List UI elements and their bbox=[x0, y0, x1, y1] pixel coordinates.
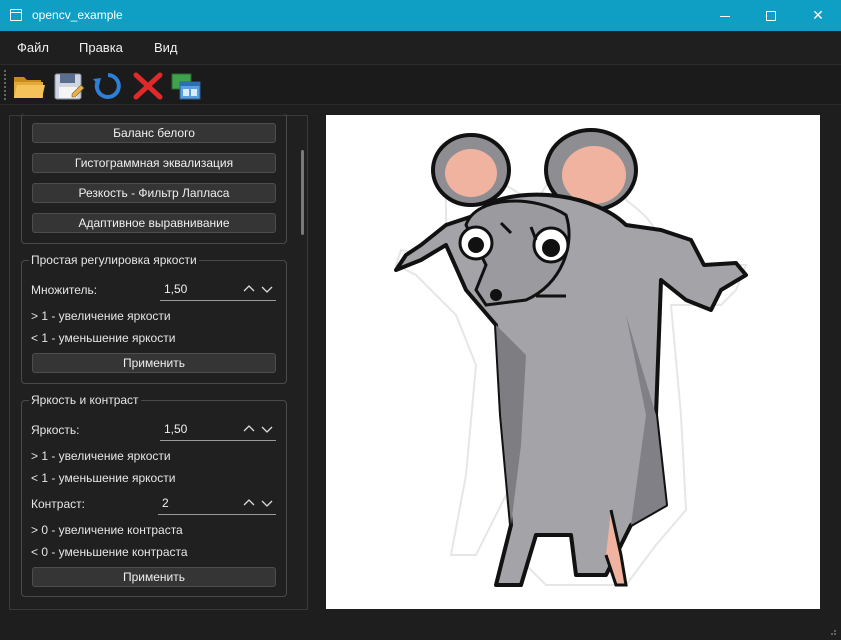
white-balance-button[interactable]: Баланс белого bbox=[32, 123, 276, 143]
chevron-down-icon[interactable] bbox=[260, 281, 274, 297]
toolbar-grip[interactable] bbox=[4, 70, 6, 100]
delete-icon bbox=[133, 72, 163, 100]
refresh-icon bbox=[93, 73, 121, 99]
chevron-down-icon[interactable] bbox=[260, 495, 274, 511]
adaptive-equalization-button[interactable]: Адаптивное выравнивание bbox=[32, 213, 276, 233]
bc-brightness-increase-hint: > 1 - увеличение яркости bbox=[31, 449, 171, 463]
histogram-equalization-button[interactable]: Гистограммная эквализация bbox=[32, 153, 276, 173]
simple-brightness-title: Простая регулировка яркости bbox=[29, 253, 199, 267]
chevron-up-icon[interactable] bbox=[242, 421, 256, 437]
multiplier-value: 1,50 bbox=[164, 282, 188, 296]
mouse-sticker-image bbox=[394, 128, 748, 587]
contrast-decrease-hint: < 0 - уменьшение контраста bbox=[31, 545, 188, 559]
windows-icon bbox=[171, 73, 201, 100]
contrast-label: Контраст: bbox=[31, 497, 85, 511]
simple-brightness-apply-button[interactable]: Применить bbox=[32, 353, 276, 373]
image-preview bbox=[326, 115, 820, 609]
close-button[interactable]: ✕ bbox=[795, 0, 841, 31]
brightness-contrast-title: Яркость и контраст bbox=[29, 393, 141, 407]
delete-button[interactable] bbox=[131, 70, 165, 102]
multiplier-spinbox[interactable]: 1,50 bbox=[160, 279, 276, 301]
menu-bar: Файл Правка Вид bbox=[0, 31, 841, 65]
maximize-button[interactable] bbox=[748, 0, 794, 31]
chevron-up-icon[interactable] bbox=[242, 495, 256, 511]
close-icon: ✕ bbox=[812, 7, 824, 23]
menu-view[interactable]: Вид bbox=[154, 40, 178, 55]
contrast-increase-hint: > 0 - увеличение контраста bbox=[31, 523, 183, 537]
chevron-down-icon[interactable] bbox=[260, 421, 274, 437]
laplace-sharpen-button[interactable]: Резкость - Фильтр Лапласа bbox=[32, 183, 276, 203]
brightness-value: 1,50 bbox=[164, 422, 188, 436]
minimize-button[interactable] bbox=[702, 0, 748, 31]
chevron-up-icon[interactable] bbox=[242, 281, 256, 297]
resize-grip-icon[interactable] bbox=[827, 626, 837, 636]
window-title: opencv_example bbox=[32, 8, 123, 22]
app-icon bbox=[10, 9, 22, 21]
windows-button[interactable] bbox=[169, 70, 203, 102]
contrast-spinbox[interactable]: 2 bbox=[158, 493, 276, 515]
brightness-increase-hint: > 1 - увеличение яркости bbox=[31, 309, 171, 323]
open-button[interactable] bbox=[12, 70, 46, 102]
maximize-icon bbox=[766, 11, 776, 22]
bc-brightness-decrease-hint: < 1 - уменьшение яркости bbox=[31, 471, 176, 485]
toolbar bbox=[0, 65, 841, 105]
brightness-contrast-apply-button[interactable]: Применить bbox=[32, 567, 276, 587]
brightness-spinbox[interactable]: 1,50 bbox=[160, 419, 276, 441]
refresh-button[interactable] bbox=[91, 70, 125, 102]
save-button[interactable] bbox=[52, 70, 86, 102]
folder-open-icon bbox=[14, 77, 45, 98]
panel-scrollbar[interactable] bbox=[301, 150, 304, 235]
contrast-value: 2 bbox=[162, 496, 169, 510]
menu-edit[interactable]: Правка bbox=[79, 40, 123, 55]
title-bar: opencv_example ✕ bbox=[0, 0, 841, 31]
multiplier-label: Множитель: bbox=[31, 283, 98, 297]
brightness-decrease-hint: < 1 - уменьшение яркости bbox=[31, 331, 176, 345]
minimize-icon bbox=[720, 15, 730, 17]
menu-file[interactable]: Файл bbox=[17, 40, 49, 55]
save-icon bbox=[54, 73, 85, 100]
brightness-label: Яркость: bbox=[31, 423, 80, 437]
